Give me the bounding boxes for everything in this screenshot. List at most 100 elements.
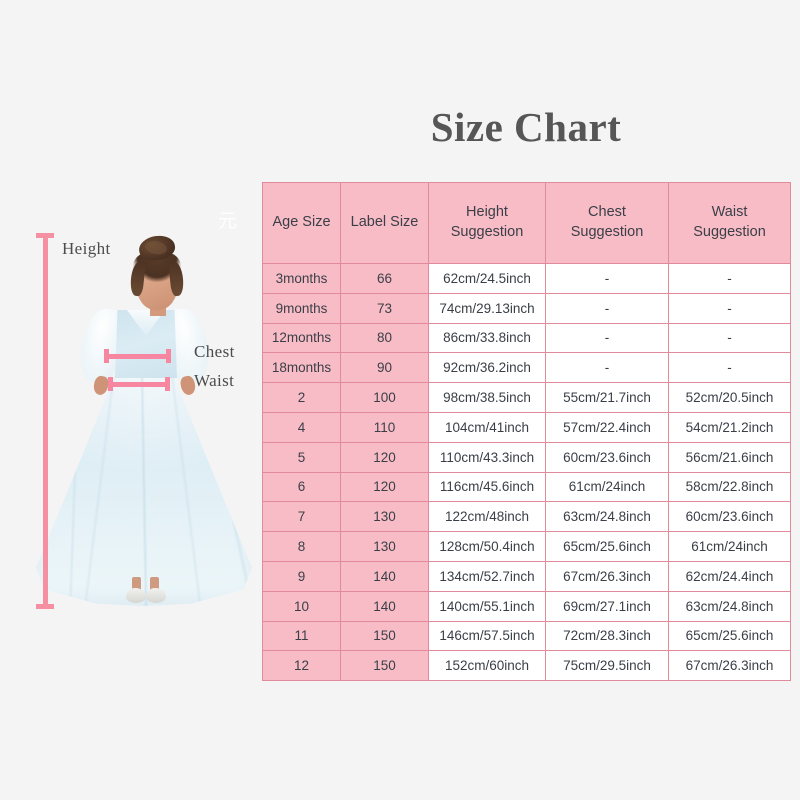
cell-chest: 61cm/24inch [545,471,669,503]
cell-chest: 75cm/29.5inch [545,650,669,682]
cell-age: 9months [262,292,341,324]
table-header-chest: Chest Suggestion [545,182,669,264]
table-header: Age Size Label Size Height Suggestion Chest S… [262,182,791,264]
cell-age: 12 [262,650,341,682]
table-row: 4 110 104cm/41inch 57cm/22.4inch 54cm/21.2in… [262,411,791,443]
cell-waist: 67cm/26.3inch [668,650,791,682]
cell-chest: 63cm/24.8inch [545,501,669,533]
table-header-waist-line2: Suggestion [693,224,766,240]
table-header-age-line1: Age Size [272,214,331,231]
table-header-label-line1: Label Size [350,214,419,231]
cell-waist: 54cm/21.2inch [668,411,791,443]
cell-height: 152cm/60inch [428,650,546,682]
cell-chest: - [545,352,669,384]
cell-chest: - [545,263,669,294]
table-row: 12months 80 86cm/33.8inch - - [262,322,791,354]
cell-height: 92cm/36.2inch [428,352,546,384]
model-shoe-right [146,588,166,603]
chest-measure-label: Chest [194,342,235,361]
table-header-label: Label Size [340,182,429,264]
cell-waist: 60cm/23.6inch [668,501,791,533]
cell-label: 130 [340,531,429,562]
cell-label: 90 [340,352,429,384]
table-row: 11 150 146cm/57.5inch 72cm/28.3inch 65cm/25.… [262,620,791,652]
dress-skirt-folds [36,368,252,606]
cell-label: 130 [340,501,429,533]
waist-measure-bar-icon [108,377,170,391]
chest-bar-line [104,354,171,359]
cell-waist: - [668,292,791,324]
table-header-waist-line1: Waist [711,204,748,221]
cell-chest: - [545,292,669,324]
cell-age: 8 [262,531,341,562]
cell-chest: - [545,322,669,354]
watermark-text: 元 [218,210,238,232]
model-photo-illustration [36,233,252,610]
cell-label: 80 [340,322,429,354]
table-header-height: Height Suggestion [428,182,546,264]
cell-waist: 58cm/22.8inch [668,471,791,503]
chest-measure-bar-icon [104,349,171,363]
cell-label: 150 [340,620,429,652]
cell-age: 6 [262,471,341,503]
table-row: 12 150 152cm/60inch 75cm/29.5inch 67cm/26.3i… [262,650,791,682]
cell-label: 140 [340,590,429,622]
cell-waist: 65cm/25.6inch [668,620,791,652]
cell-height: 86cm/33.8inch [428,322,546,354]
cell-waist: 56cm/21.6inch [668,441,791,473]
table-header-height-line1: Height [466,204,508,221]
cell-height: 116cm/45.6inch [428,471,546,503]
cell-height: 134cm/52.7inch [428,560,546,592]
cell-chest: 67cm/26.3inch [545,560,669,592]
cell-chest: 65cm/25.6inch [545,531,669,562]
table-header-chest-line1: Chest [588,204,626,221]
table-header-chest-line2: Suggestion [570,224,644,240]
cell-height: 74cm/29.13inch [428,292,546,324]
cell-height: 146cm/57.5inch [428,620,546,652]
cell-waist: 63cm/24.8inch [668,590,791,622]
cell-label: 110 [340,411,429,443]
height-ruler-icon [36,233,54,609]
cell-waist: - [668,322,791,354]
waist-measure-label: Waist [194,371,235,390]
cell-label: 100 [340,382,429,413]
cell-label: 73 [340,292,429,324]
table-row: 9 140 134cm/52.7inch 67cm/26.3inch 62cm/24.4… [262,560,791,592]
waist-bar-line [108,382,170,387]
height-ruler-bottom-cap [36,604,54,609]
table-row: 3months 66 62cm/24.5inch - - [262,263,791,294]
product-photo-panel: 元 Height Chest Waist [0,0,258,800]
cell-height: 140cm/55.1inch [428,590,546,622]
table-header-waist: Waist Suggestion [668,182,791,264]
chest-bar-right-cap [166,349,171,363]
cell-height: 110cm/43.3inch [428,441,546,473]
cell-label: 150 [340,650,429,682]
cell-height: 62cm/24.5inch [428,263,546,294]
cell-chest: 72cm/28.3inch [545,620,669,652]
cell-age: 7 [262,501,341,533]
cell-age: 10 [262,590,341,622]
table-row: 8 130 128cm/50.4inch 65cm/25.6inch 61cm/24in… [262,531,791,562]
table-row: 10 140 140cm/55.1inch 69cm/27.1inch 63cm/24.… [262,590,791,622]
table-header-height-line2: Suggestion [450,224,524,240]
cell-age: 18months [262,352,341,384]
cell-height: 104cm/41inch [428,411,546,443]
cell-waist: 62cm/24.4inch [668,560,791,592]
cell-chest: 69cm/27.1inch [545,590,669,622]
cell-height: 122cm/48inch [428,501,546,533]
cell-chest: 57cm/22.4inch [545,411,669,443]
size-chart-table: Age Size Label Size Height Suggestion Chest S… [262,182,791,682]
table-row: 5 120 110cm/43.3inch 60cm/23.6inch 56cm/21.6… [262,441,791,473]
dress-bodice [115,310,177,378]
cell-chest: 55cm/21.7inch [545,382,669,413]
cell-label: 140 [340,560,429,592]
cell-waist: - [668,352,791,384]
cell-age: 5 [262,441,341,473]
waist-bar-right-cap [165,377,170,391]
table-row: 2 100 98cm/38.5inch 55cm/21.7inch 52cm/20.5i… [262,382,791,413]
cell-waist: 52cm/20.5inch [668,382,791,413]
table-header-row: Age Size Label Size Height Suggestion Chest S… [262,182,791,264]
cell-height: 98cm/38.5inch [428,382,546,413]
cell-age: 3months [262,263,341,294]
cell-age: 12months [262,322,341,354]
